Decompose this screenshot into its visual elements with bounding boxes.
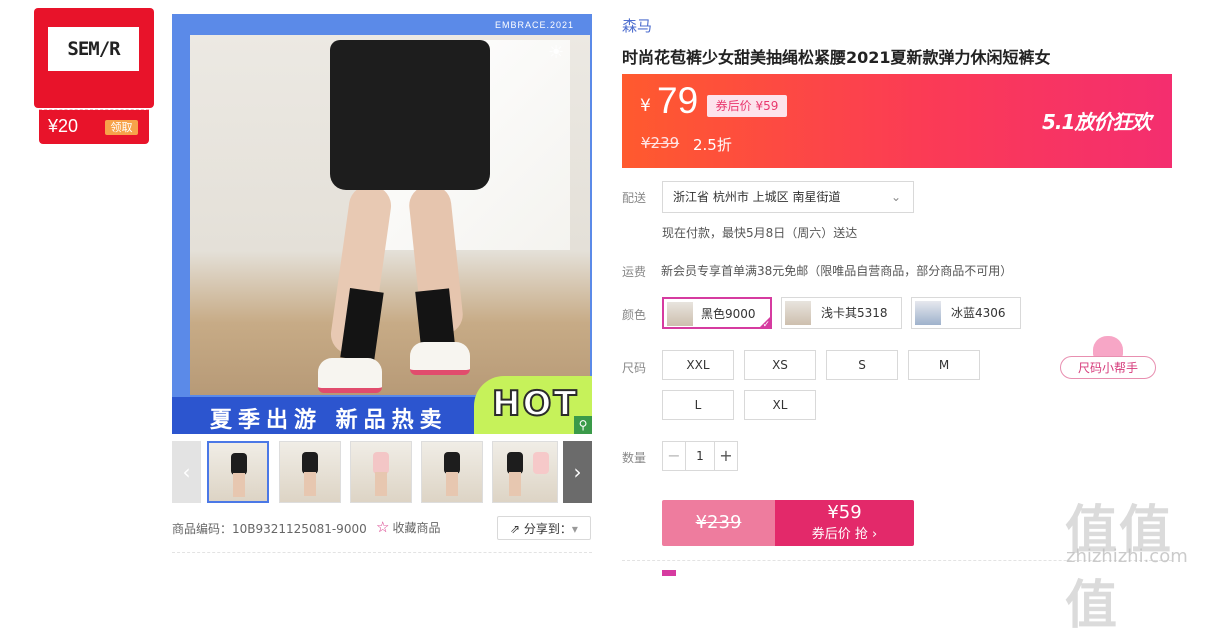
star-icon: ☆ [376,518,390,536]
delivery-address: 浙江省 杭州市 上城区 南星街道 [673,190,841,204]
price-currency: ¥ [640,96,651,116]
promo-slogan: 5.1放价狂欢 [1042,110,1151,134]
share-label: 分享到： [523,522,572,536]
thumbnail-1[interactable] [207,441,269,503]
quantity-stepper: − 1 + [662,441,738,471]
service-icon [662,570,676,576]
thumbnail-4[interactable] [421,441,483,503]
discount-rate: 2.5折 [693,136,732,154]
favorite-button[interactable]: ☆ 收藏商品 [376,518,440,536]
model-shoe [410,342,470,375]
quantity-increase-button[interactable]: + [714,442,737,470]
brand-link[interactable]: 森马 [622,15,652,36]
thumbnail-prev-button[interactable]: ‹ [172,441,201,503]
coupon-amount: ¥20 [48,116,79,136]
shipping-label: 运费 [622,265,647,279]
color-option-label: 浅卡其5318 [821,306,888,320]
color-option-iceblue[interactable]: 冰蓝4306 [911,297,1021,329]
thumbnail-5[interactable] [492,441,558,503]
color-option-label: 黑色9000 [701,307,756,321]
size-option-s[interactable]: S [826,350,898,380]
thumbnail-3[interactable] [350,441,412,503]
delivery-eta: 现在付款，最快5月8日（周六）送达 [662,226,858,240]
current-price: 79 [657,80,699,121]
model-sock [415,288,455,347]
share-button[interactable]: ⇗ 分享到：▾ [497,516,591,540]
quantity-label: 数量 [622,451,647,465]
image-brand-tag: EMBRACE.2021 [495,20,575,30]
color-option-black[interactable]: 黑色9000 ✓ [662,297,772,330]
after-coupon-price: 券后价 ¥59 [707,95,787,117]
size-helper-button[interactable]: 尺码小帮手 [1060,356,1156,379]
quantity-input[interactable]: 1 [686,442,714,470]
size-option-xl[interactable]: XL [744,390,816,420]
color-option-khaki[interactable]: 浅卡其5318 [781,297,902,329]
original-price: ¥239 [641,134,680,152]
color-option-label: 冰蓝4306 [951,306,1006,320]
chevron-down-icon: ⌄ [890,190,901,204]
thumbnail-next-button[interactable]: › [563,441,592,503]
magnifier-icon[interactable]: ⚲ [574,416,592,434]
size-option-xxl[interactable]: XXL [662,350,734,380]
buy-price: ¥59 [827,502,862,523]
delivery-address-select[interactable]: 浙江省 杭州市 上城区 南星街道 ⌄ [662,181,914,213]
model-shoe [318,358,382,393]
size-option-xs[interactable]: XS [744,350,816,380]
store-logo[interactable]: SEM/R [48,27,139,71]
buy-action-label: 券后价 抢 › [811,527,878,542]
thumbnail-2[interactable] [279,441,341,503]
share-icon: ⇗ [510,522,524,536]
check-icon: ✓ [762,320,770,330]
shipping-info: 新会员专享首单满38元免邮（限唯品自营商品，部分商品不可用） [661,264,1013,278]
chevron-down-icon: ▾ [571,522,578,536]
size-option-l[interactable]: L [662,390,734,420]
delivery-label: 配送 [622,191,647,205]
size-option-m[interactable]: M [908,350,980,380]
promo-banner-text: 夏季出游 新品热卖 [210,408,448,433]
watermark-url: zhizhizhi.com [1066,546,1188,567]
product-title: 时尚花苞裤少女甜美抽绳松紧腰2021夏新款弹力休闲短裤女 [622,48,1051,67]
divider [172,552,592,553]
color-swatch [785,301,811,325]
size-label: 尺码 [622,361,647,375]
color-label: 颜色 [622,308,647,322]
sun-icon: ☀ [548,42,565,63]
favorite-label: 收藏商品 [392,521,441,535]
product-shorts [330,40,490,190]
quantity-decrease-button[interactable]: − [663,442,686,470]
coupon-divider [39,109,149,110]
size-helper-mascot [1093,336,1123,358]
hot-badge-text: HOT [491,383,579,425]
coupon-claim-button[interactable]: 领取 [105,120,138,135]
buy-original-price[interactable]: ¥239 [662,500,775,546]
color-swatch [667,302,693,326]
color-swatch [915,301,941,325]
buy-now-button[interactable]: ¥59 券后价 抢 › [775,500,914,546]
product-sku: 商品编码：10B9321125081-9000 [172,522,367,536]
